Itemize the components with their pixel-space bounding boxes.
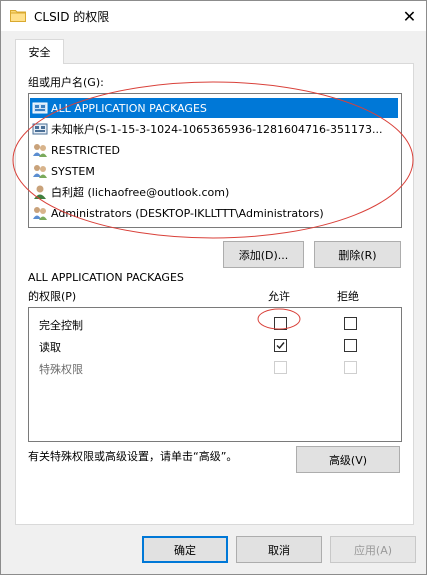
list-item-label: 白利超 (lichaofree@outlook.com) [51, 186, 230, 199]
group-users-icon [33, 144, 47, 157]
remove-button-label: 删除(R) [338, 248, 377, 262]
add-button-label: 添加(D)... [238, 248, 289, 262]
permission-name: 完全控制 [39, 319, 83, 332]
permissions-for-sublabel: 的权限(P) [28, 290, 77, 303]
list-item[interactable]: 未知帐户(S-1-15-3-1024-1065365936-1281604716… [30, 119, 398, 139]
allow-column-header: 允许 [268, 290, 290, 303]
folder-icon [10, 10, 26, 22]
list-item-label: RESTRICTED [51, 143, 121, 157]
list-item-label: SYSTEM [51, 164, 95, 178]
read-deny-checkbox[interactable] [344, 339, 357, 352]
advanced-button[interactable]: 高级(V) [296, 446, 400, 473]
close-icon: ✕ [402, 6, 417, 26]
group-user-list[interactable]: ALL APPLICATION PACKAGES 未知帐户(S-1-15-3-1… [28, 93, 402, 228]
list-item[interactable]: 白利超 (lichaofree@outlook.com) [30, 182, 398, 202]
ok-button-label: 确定 [174, 543, 196, 557]
advanced-note: 有关特殊权限或高级设置，请单击“高级”。 [28, 450, 238, 463]
list-item-label: Administrators (DESKTOP-IKLLTTT\Administ… [51, 206, 324, 220]
close-button[interactable]: ✕ [393, 1, 426, 31]
list-item[interactable]: ALL APPLICATION PACKAGES [30, 98, 398, 118]
window-title: CLSID 的权限 [34, 10, 110, 24]
permissions-list: 完全控制 读取 特殊权限 [28, 307, 402, 442]
permission-row-full-control: 完全控制 [29, 313, 401, 335]
permission-row-special: 特殊权限 [29, 357, 401, 379]
list-item[interactable]: SYSTEM [30, 161, 398, 181]
permission-name: 特殊权限 [39, 363, 83, 376]
full-control-deny-checkbox[interactable] [344, 317, 357, 330]
group-users-icon [33, 207, 47, 220]
apply-button[interactable]: 应用(A) [330, 536, 416, 563]
app-packages-icon [32, 102, 48, 114]
list-item-label: ALL APPLICATION PACKAGES [51, 101, 207, 115]
cancel-button-label: 取消 [268, 543, 290, 557]
user-icon [34, 185, 46, 199]
group-users-icon [33, 165, 47, 178]
groups-label: 组或用户名(G): [28, 76, 104, 89]
permission-name: 读取 [39, 341, 61, 354]
list-item[interactable]: RESTRICTED [30, 140, 398, 160]
ok-button[interactable]: 确定 [142, 536, 228, 563]
add-button[interactable]: 添加(D)... [223, 241, 304, 268]
checkmark-icon [276, 342, 285, 350]
cancel-button[interactable]: 取消 [236, 536, 322, 563]
tab-security[interactable]: 安全 [15, 39, 64, 64]
apply-button-label: 应用(A) [353, 543, 393, 557]
unknown-account-icon [32, 123, 48, 135]
title-bar[interactable]: CLSID 的权限 ✕ [1, 1, 426, 31]
special-allow-checkbox [274, 361, 287, 374]
list-item-label: 未知帐户(S-1-15-3-1024-1065365936-1281604716… [51, 123, 383, 136]
advanced-button-label: 高级(V) [328, 453, 368, 467]
permission-row-read: 读取 [29, 335, 401, 357]
read-allow-checkbox[interactable] [274, 339, 287, 352]
deny-column-header: 拒绝 [337, 290, 359, 303]
full-control-allow-checkbox[interactable] [274, 317, 287, 330]
special-deny-checkbox [344, 361, 357, 374]
remove-button[interactable]: 删除(R) [314, 241, 401, 268]
permissions-for-label: ALL APPLICATION PACKAGES [28, 271, 184, 284]
list-item[interactable]: Administrators (DESKTOP-IKLLTTT\Administ… [30, 203, 398, 223]
tab-security-label: 安全 [28, 46, 51, 59]
